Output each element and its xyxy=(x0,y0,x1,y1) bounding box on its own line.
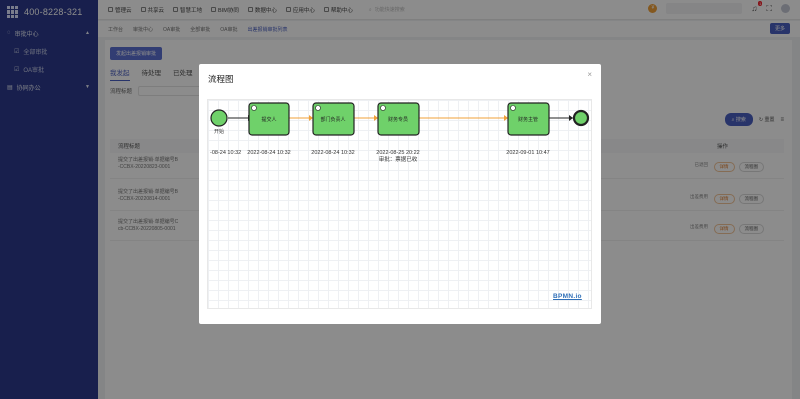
task-finance-specialist[interactable]: 财务专员 xyxy=(377,102,420,136)
start-label: 开始 xyxy=(214,128,224,135)
task-finance-manager[interactable]: 财务主管 xyxy=(507,102,550,136)
arrowhead xyxy=(569,115,573,121)
modal-title: 流程图 xyxy=(208,74,234,84)
task-note: 审批：票据已收 xyxy=(379,155,418,163)
task-time: 2022-09-01 10:47 xyxy=(506,150,549,156)
task-time: 2022-08-24 10:32 xyxy=(247,150,290,156)
start-event[interactable] xyxy=(210,109,228,127)
task-time: 2022-08-25 20:22 xyxy=(376,150,419,156)
flowchart-modal: 流程图 × 开始 -08-24 10:32 提交人 2022-08-24 10:… xyxy=(199,64,601,324)
task-name: 财务主管 xyxy=(518,116,538,123)
bpmn-io-logo[interactable]: BPMN.io xyxy=(553,293,582,300)
task-name: 财务专员 xyxy=(388,116,408,123)
user-icon xyxy=(510,105,516,111)
user-icon xyxy=(251,105,257,111)
task-dept-head[interactable]: 部门负责人 xyxy=(312,102,355,136)
task-time: 2022-08-24 10:32 xyxy=(311,150,354,156)
task-name: 提交人 xyxy=(261,116,276,123)
end-event[interactable] xyxy=(572,109,590,127)
start-time: -08-24 10:32 xyxy=(210,150,241,156)
bpmn-canvas[interactable]: 开始 -08-24 10:32 提交人 2022-08-24 10:32 部门负… xyxy=(207,99,592,309)
user-icon xyxy=(315,105,321,111)
arrowhead xyxy=(309,115,313,121)
close-icon[interactable]: × xyxy=(587,70,592,79)
user-icon xyxy=(380,105,386,111)
task-submitter[interactable]: 提交人 xyxy=(248,102,290,136)
bpmn-diagram: 开始 -08-24 10:32 提交人 2022-08-24 10:32 部门负… xyxy=(210,102,590,163)
task-name: 部门负责人 xyxy=(320,116,345,123)
